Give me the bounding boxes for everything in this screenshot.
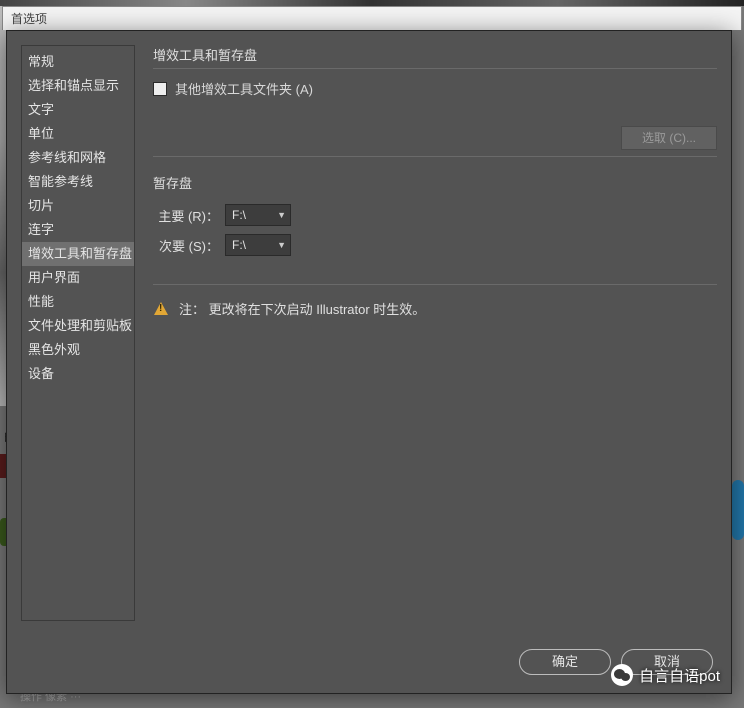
choose-folder-button: 选取 (C)... — [621, 126, 717, 150]
primary-disk-row: 主要 (R)： F:\ ▼ — [153, 204, 717, 226]
sidebar-item-10[interactable]: 性能 — [22, 290, 134, 314]
secondary-disk-row: 次要 (S)： F:\ ▼ — [153, 234, 717, 256]
sidebar-item-4[interactable]: 参考线和网格 — [22, 146, 134, 170]
main-panel: 增效工具和暂存盘 其他增效工具文件夹 (A) 选取 (C)... 暂存盘 主要 … — [153, 45, 717, 635]
window-title: 首选项 — [11, 10, 47, 27]
other-plugins-label: 其他增效工具文件夹 (A) — [175, 79, 313, 98]
wechat-overlay-text: 自言自语pot — [639, 665, 720, 686]
section-plugins-title: 增效工具和暂存盘 — [153, 45, 717, 69]
sidebar-item-8[interactable]: 增效工具和暂存盘 — [22, 242, 134, 266]
warning-icon — [153, 301, 169, 317]
sidebar-item-2[interactable]: 文字 — [22, 98, 134, 122]
sidebar-item-13[interactable]: 设备 — [22, 362, 134, 386]
sidebar: 常规选择和锚点显示文字单位参考线和网格智能参考线切片连字增效工具和暂存盘用户界面… — [21, 45, 135, 621]
section-scratch-title: 暂存盘 — [153, 173, 717, 196]
restart-note-text: 注： 更改将在下次启动 Illustrator 时生效。 — [179, 299, 425, 318]
ok-button[interactable]: 确定 — [519, 649, 611, 675]
sidebar-item-12[interactable]: 黑色外观 — [22, 338, 134, 362]
sidebar-item-0[interactable]: 常规 — [22, 50, 134, 74]
primary-disk-label: 主要 (R)： — [153, 206, 219, 225]
sidebar-item-3[interactable]: 单位 — [22, 122, 134, 146]
sidebar-item-5[interactable]: 智能参考线 — [22, 170, 134, 194]
secondary-disk-label: 次要 (S)： — [153, 236, 219, 255]
sidebar-item-7[interactable]: 连字 — [22, 218, 134, 242]
sidebar-item-9[interactable]: 用户界面 — [22, 266, 134, 290]
window-titlebar: 首选项 — [2, 6, 742, 30]
sidebar-item-6[interactable]: 切片 — [22, 194, 134, 218]
primary-disk-select[interactable]: F:\ ▼ — [225, 204, 291, 226]
other-plugins-row[interactable]: 其他增效工具文件夹 (A) — [153, 79, 717, 98]
sidebar-item-11[interactable]: 文件处理和剪贴板 — [22, 314, 134, 338]
other-plugins-checkbox[interactable] — [153, 82, 167, 96]
secondary-disk-select[interactable]: F:\ ▼ — [225, 234, 291, 256]
restart-note: 注： 更改将在下次启动 Illustrator 时生效。 — [153, 284, 717, 318]
wechat-overlay: 自言自语pot — [611, 664, 720, 686]
wechat-icon — [611, 664, 633, 686]
primary-disk-value: F:\ — [232, 208, 246, 222]
chevron-down-icon: ▼ — [277, 240, 286, 250]
preferences-dialog: 常规选择和锚点显示文字单位参考线和网格智能参考线切片连字增效工具和暂存盘用户界面… — [6, 30, 732, 694]
chevron-down-icon: ▼ — [277, 210, 286, 220]
secondary-disk-value: F:\ — [232, 238, 246, 252]
sidebar-item-1[interactable]: 选择和锚点显示 — [22, 74, 134, 98]
